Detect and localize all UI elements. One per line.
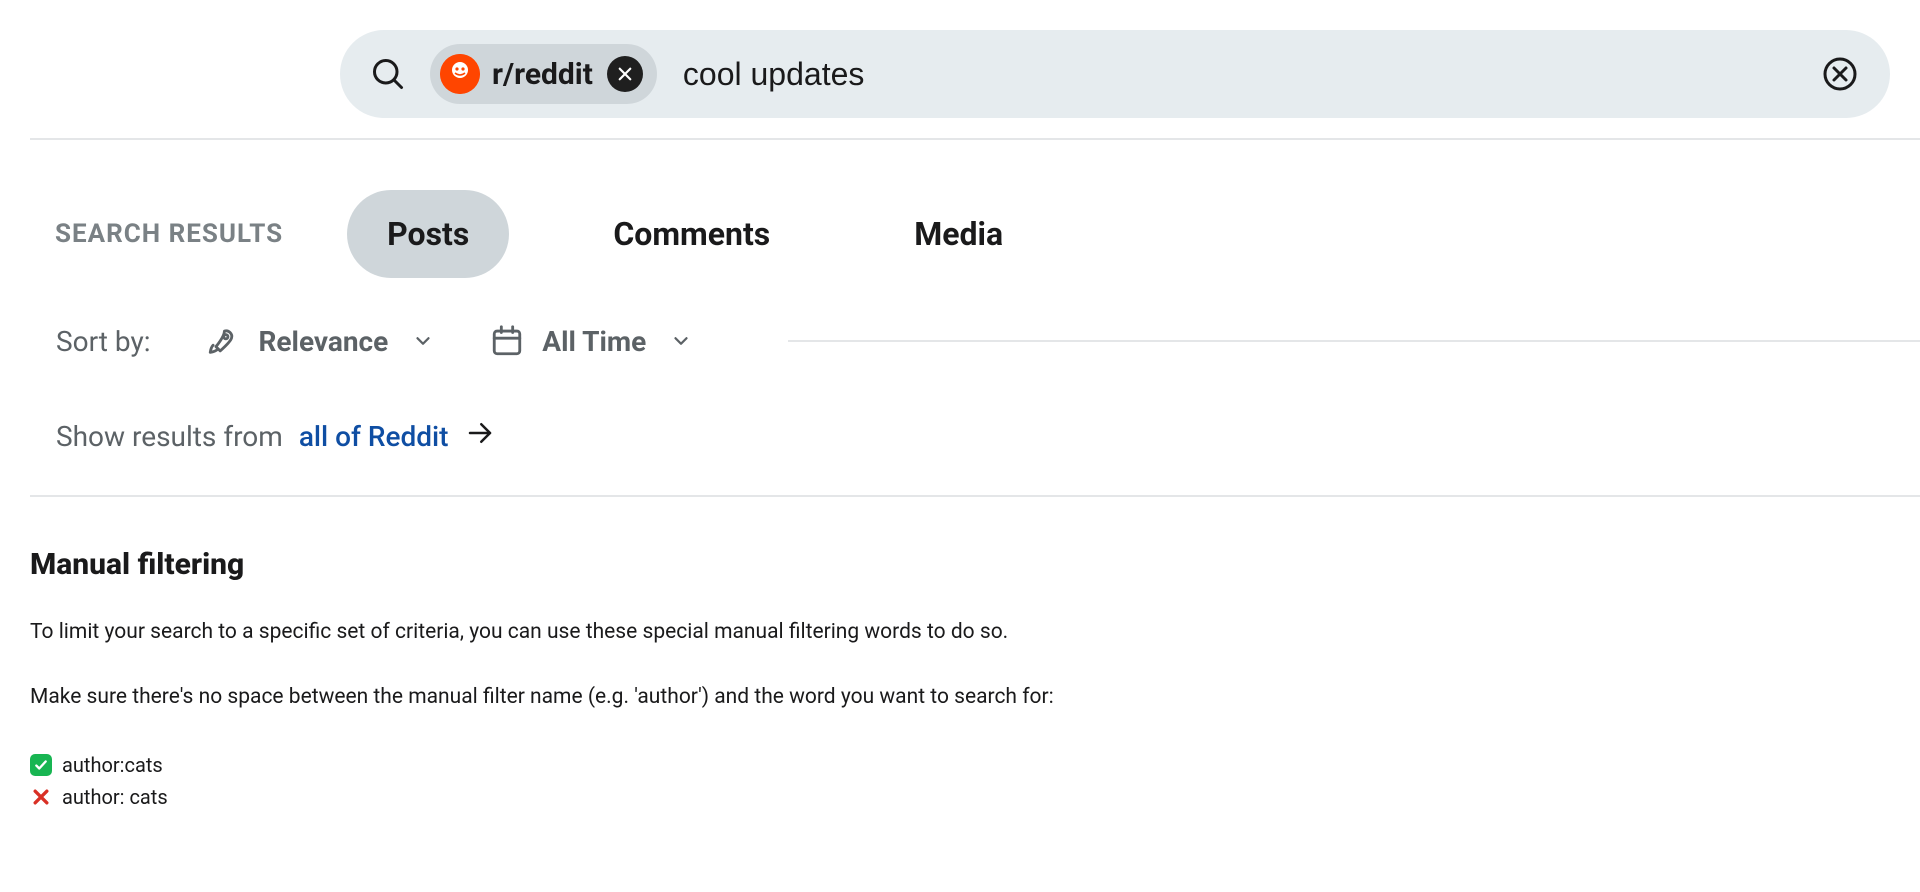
calendar-icon (490, 324, 524, 358)
sort-relevance-dropdown[interactable]: Relevance (206, 324, 434, 358)
subreddit-chip[interactable]: r/reddit (430, 44, 657, 104)
arrow-right-icon (465, 418, 495, 455)
tab-posts[interactable]: Posts (347, 190, 509, 278)
chevron-down-icon (412, 330, 434, 352)
sort-value: Relevance (258, 325, 388, 358)
search-input[interactable] (683, 56, 1820, 93)
sort-time-value: All Time (542, 325, 646, 358)
show-results-from-label: Show results from (56, 420, 283, 453)
search-bar: r/reddit (340, 30, 1890, 118)
manual-filtering-p1: To limit your search to a specific set o… (30, 618, 1920, 647)
search-results-heading: SEARCH RESULTS (55, 219, 283, 249)
cross-icon (30, 786, 52, 808)
all-of-reddit-link[interactable]: all of Reddit (299, 418, 495, 455)
subreddit-name: r/reddit (492, 57, 593, 92)
link-text: all of Reddit (299, 420, 449, 453)
example-incorrect: author: cats (30, 781, 1920, 813)
check-icon (30, 754, 52, 776)
chip-close-button[interactable] (607, 56, 643, 92)
chevron-down-icon (670, 330, 692, 352)
rocket-icon (206, 324, 240, 358)
example-correct: author:cats (30, 749, 1920, 781)
clear-search-button[interactable] (1820, 54, 1860, 94)
example-incorrect-text: author: cats (62, 781, 168, 813)
example-correct-text: author:cats (62, 749, 163, 781)
tab-media[interactable]: Media (874, 190, 1043, 278)
sort-by-label: Sort by: (56, 325, 150, 358)
tab-comments[interactable]: Comments (573, 190, 810, 278)
manual-filtering-p2: Make sure there's no space between the m… (30, 683, 1920, 712)
sort-time-dropdown[interactable]: All Time (490, 324, 692, 358)
manual-filtering-heading: Manual filtering (30, 547, 1920, 582)
divider (788, 340, 1920, 342)
subreddit-avatar-icon (440, 54, 480, 94)
search-icon (370, 56, 406, 92)
